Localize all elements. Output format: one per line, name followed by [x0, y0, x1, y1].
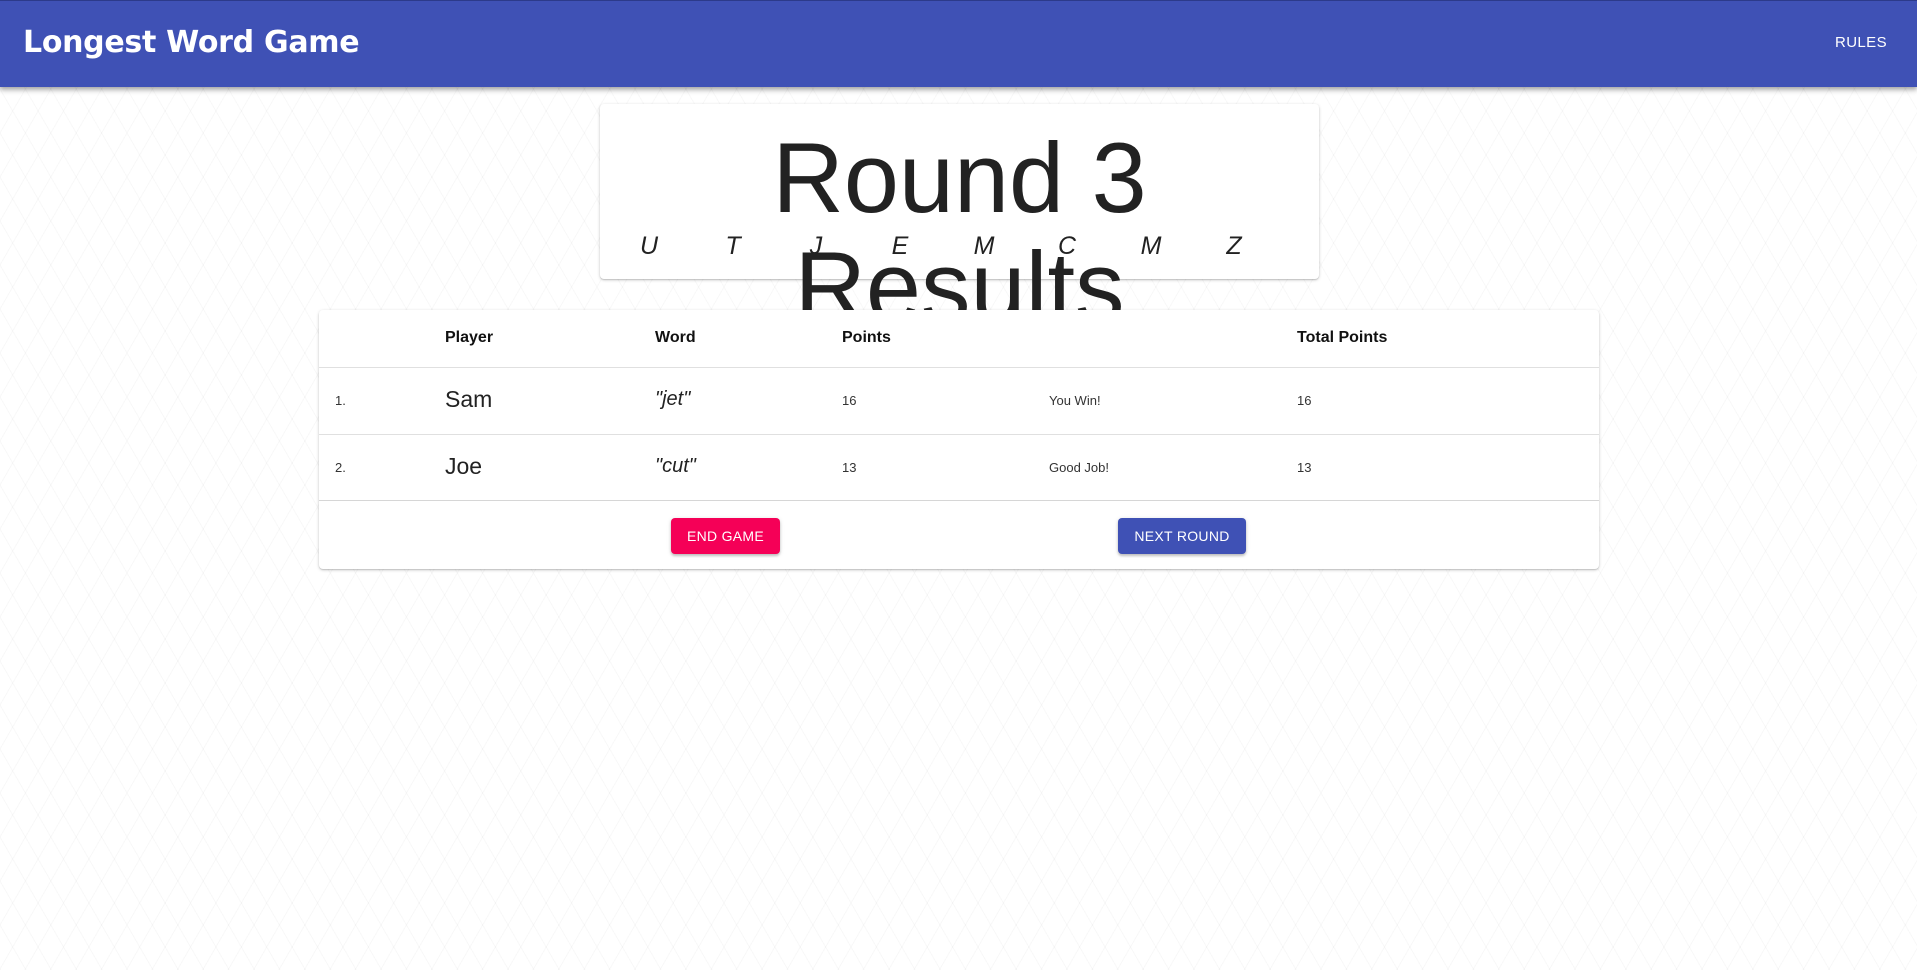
letter-tile: M	[1140, 232, 1162, 260]
row-total: 16	[1297, 393, 1312, 408]
letter-tile: Z	[1226, 232, 1242, 260]
row-rank: 2.	[335, 460, 346, 475]
end-game-button[interactable]: END GAME	[671, 518, 780, 554]
row-rank: 1.	[335, 393, 346, 408]
row-divider	[319, 500, 1599, 501]
header-total-points: Total Points	[1297, 329, 1388, 346]
header-word: Word	[655, 329, 696, 346]
row-message: You Win!	[1049, 393, 1101, 408]
letter-tile: C	[1057, 232, 1077, 260]
letter-tile: E	[891, 232, 909, 260]
row-total: 13	[1297, 460, 1312, 475]
header-points: Points	[842, 329, 891, 346]
row-player: Joe	[445, 453, 483, 479]
row-player: Sam	[445, 386, 493, 412]
row-message: Good Job!	[1049, 460, 1109, 475]
results-table: Player Word Points Total Points 1. Sam "…	[319, 310, 1599, 569]
row-divider	[319, 434, 1599, 435]
letter-tile: J	[809, 232, 823, 260]
rules-button[interactable]: RULES	[1835, 34, 1887, 51]
row-points: 13	[842, 460, 857, 475]
letter-tile: U	[639, 232, 659, 260]
letter-tile: T	[725, 232, 741, 260]
row-word: "jet"	[655, 388, 691, 410]
row-points: 16	[842, 393, 857, 408]
header-player: Player	[445, 329, 494, 346]
app-bar: Longest Word Game RULES	[0, 0, 1917, 87]
row-word: "cut"	[655, 455, 696, 477]
round-header-card: Round 3 Results U T J E M C M Z	[600, 104, 1319, 341]
row-divider	[319, 367, 1599, 368]
letter-tile: M	[973, 232, 995, 260]
next-round-button[interactable]: NEXT ROUND	[1118, 518, 1246, 554]
app-title: Longest Word Game	[23, 25, 360, 60]
